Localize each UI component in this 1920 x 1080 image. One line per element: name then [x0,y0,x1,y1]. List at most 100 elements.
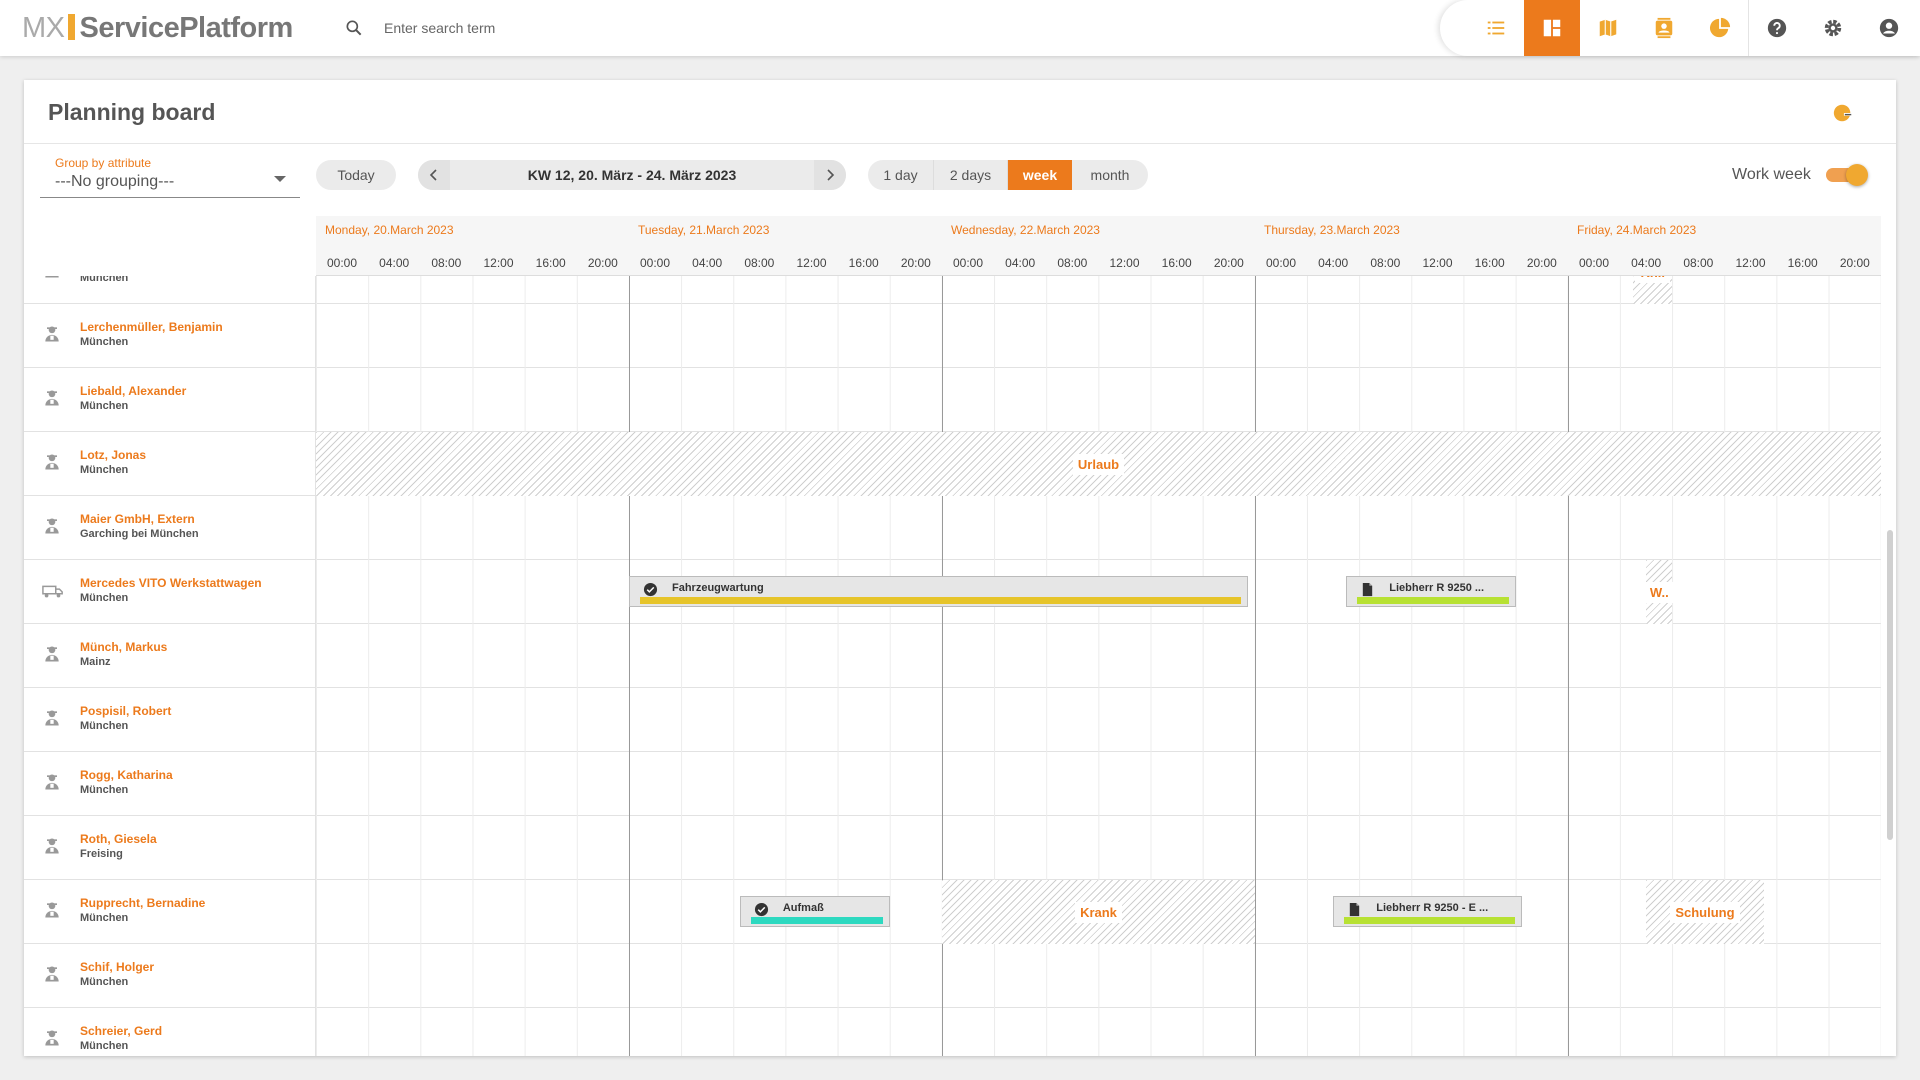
resource-cell[interactable]: Schreier, Gerd München [24,1008,316,1056]
hour-label: 08:00 [431,256,462,270]
timeline-row[interactable] [316,816,1881,880]
resource-name[interactable]: Pospisil, Robert [80,704,171,718]
next-week-button[interactable] [814,160,846,190]
view-2-days-button[interactable]: 2 days [934,160,1008,190]
resource-cell[interactable]: Liebald, Alexander München [24,368,316,432]
search-input[interactable] [384,16,764,40]
appointment-block[interactable]: Aufmaß [739,896,890,927]
today-button[interactable]: Today [316,160,396,190]
resource-city: München [80,400,129,412]
timeline-row[interactable]: Urlaub [316,432,1881,496]
resource-city: Freising [80,848,123,860]
top-bar: MX ServicePlatform [0,0,1920,56]
search-icon[interactable] [344,18,364,38]
reports-button[interactable] [1692,0,1748,56]
absence-block[interactable]: Urlaub [316,432,1881,496]
timeline-row[interactable] [316,496,1881,560]
day-divider [1568,624,1569,688]
vertical-scrollbar[interactable] [1887,530,1893,840]
appointment-label: Liebherr R 9250 ... [1389,582,1485,594]
hour-label: 12:00 [796,256,827,270]
absence-block[interactable]: W.. [1644,560,1674,624]
resource-cell[interactable]: Rupprecht, Bernadine München [24,880,316,944]
hour-label: 20:00 [1839,256,1870,270]
list-view-button[interactable] [1468,0,1524,56]
resource-name[interactable]: Roth, Giesela [80,832,157,846]
timeline-row[interactable] [316,688,1881,752]
pie-chart-icon[interactable] [1832,102,1854,124]
timeline-row[interactable] [316,624,1881,688]
resource-cell[interactable]: München [24,276,316,304]
resource-city: München [80,784,129,796]
work-week-toggle[interactable] [1826,164,1868,186]
hour-label: 12:00 [483,256,514,270]
resource-name[interactable]: Mercedes VITO Werkstattwagen [80,576,262,590]
appointment-block[interactable]: Fahrzeugwartung [629,576,1249,607]
resource-name[interactable]: Rupprecht, Bernadine [80,896,205,910]
planning-board-button[interactable] [1524,0,1580,56]
resource-cell[interactable]: Lotz, Jonas München [24,432,316,496]
technician-icon [42,516,64,538]
resource-cell[interactable]: Maier GmbH, Extern Garching bei München [24,496,316,560]
settings-button[interactable] [1805,0,1861,56]
timeline-row[interactable]: W.. Fahrzeugwartung Liebherr R 9250 ... [316,560,1881,624]
document-icon [1360,582,1375,597]
timeline-row[interactable] [316,304,1881,368]
absence-block[interactable]: Schulung [1646,880,1764,944]
timeline-row[interactable]: Kr... [316,276,1881,304]
resource-cell[interactable]: Roth, Giesela Freising [24,816,316,880]
group-by-select[interactable]: Group by attribute ---No grouping--- [40,154,300,198]
resource-row: Rogg, Katharina München [24,752,1881,816]
resource-cell[interactable]: Lerchenmüller, Benjamin München [24,304,316,368]
resource-name[interactable]: Lotz, Jonas [80,448,146,462]
resource-name[interactable]: Schif, Holger [80,960,154,974]
resource-cell[interactable]: Pospisil, Robert München [24,688,316,752]
resource-name[interactable]: Liebald, Alexander [80,384,186,398]
resource-row: Lerchenmüller, Benjamin München [24,304,1881,368]
absence-block[interactable]: Kr... [1633,276,1673,304]
resource-name[interactable]: Maier GmbH, Extern [80,512,195,526]
timeline-row[interactable] [316,1008,1881,1056]
technician-icon [42,836,64,858]
view-month-button[interactable]: month [1072,160,1148,190]
resource-cell[interactable]: Mercedes VITO Werkstattwagen München [24,560,316,624]
absence-block[interactable]: Krank [942,880,1255,944]
app-logo[interactable]: MX ServicePlatform [22,12,293,45]
day-divider [1568,496,1569,560]
resource-cell[interactable]: Rogg, Katharina München [24,752,316,816]
pie-chart-icon [1709,17,1731,38]
view-1-day-button[interactable]: 1 day [868,160,934,190]
timeline-row[interactable] [316,944,1881,1008]
resource-name[interactable]: Rogg, Katharina [80,768,173,782]
account-button[interactable] [1861,0,1917,56]
timeline-row[interactable] [316,752,1881,816]
timeline-row[interactable] [316,368,1881,432]
group-by-value: ---No grouping--- [55,173,175,190]
planning-board-card: Planning board Group by attribute ---No … [24,80,1896,1056]
appointment-block[interactable]: Liebherr R 9250 ... [1346,576,1516,607]
resource-cell[interactable]: Münch, Markus Mainz [24,624,316,688]
day-divider [942,368,943,432]
resource-name[interactable]: Lerchenmüller, Benjamin [80,320,223,334]
day-divider [629,1008,630,1056]
appointment-block[interactable]: Liebherr R 9250 - E ... [1333,896,1523,927]
resource-cell[interactable]: Schif, Holger München [24,944,316,1008]
resource-name[interactable]: Schreier, Gerd [80,1024,162,1038]
hour-label: 08:00 [1370,256,1401,270]
resource-row: Maier GmbH, Extern Garching bei München [24,496,1881,560]
view-week-button[interactable]: week [1008,160,1072,190]
resource-row: Münch, Markus Mainz [24,624,1881,688]
technician-icon [42,900,64,922]
resource-city: München [80,276,129,284]
hour-label: 04:00 [379,256,410,270]
resource-city: Mainz [80,656,111,668]
work-week-label: Work week [1732,166,1811,183]
map-button[interactable] [1580,0,1636,56]
previous-week-button[interactable] [418,160,450,190]
contacts-button[interactable] [1636,0,1692,56]
timeline-row[interactable]: Krank Schulung Aufmaß Liebherr R 9250 - E .… [316,880,1881,944]
help-button[interactable] [1749,0,1805,56]
contacts-icon [1655,17,1673,39]
resource-name[interactable]: Münch, Markus [80,640,167,654]
hour-label: 20:00 [1526,256,1557,270]
